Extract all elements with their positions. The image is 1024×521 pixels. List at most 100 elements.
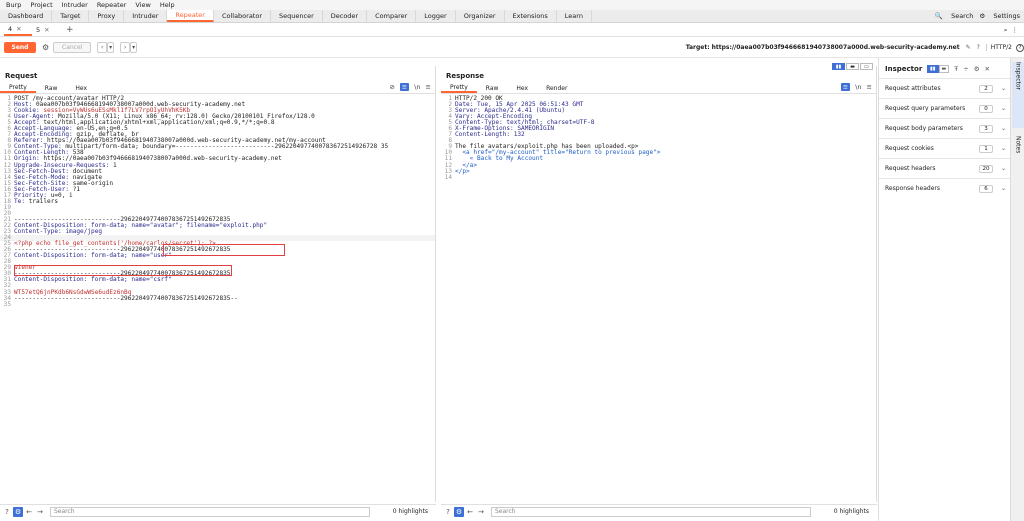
send-button[interactable]: Send xyxy=(4,42,36,53)
http-version[interactable]: HTTP/2 xyxy=(985,44,1012,51)
help-circle-icon[interactable]: ? xyxy=(1016,43,1024,52)
tab-comparer[interactable]: Comparer xyxy=(367,10,417,22)
edit-icon[interactable]: ✎ xyxy=(966,44,971,51)
hide-icon[interactable]: ⊘ xyxy=(389,83,394,91)
gear-icon[interactable]: ⚙ xyxy=(42,43,49,52)
tab-logger[interactable]: Logger xyxy=(416,10,456,22)
php-payload-highlight-box xyxy=(14,265,232,276)
inspector-row-label: Request cookies xyxy=(885,145,934,152)
menu-icon[interactable]: ≡ xyxy=(867,83,872,91)
request-tab-pretty[interactable]: Pretty xyxy=(0,83,36,93)
inspector-row-response-headers[interactable]: Response headers 6 ⌄ xyxy=(879,178,1011,198)
request-search-input[interactable]: Search xyxy=(50,506,370,517)
repeater-tab-label: 5 xyxy=(36,26,41,34)
target-label: Target: xyxy=(685,44,710,51)
repeater-tab-5[interactable]: 5 ✕ xyxy=(32,24,60,36)
divide-icon[interactable]: ÷ xyxy=(963,65,968,73)
menu-item-help[interactable]: Help xyxy=(160,1,175,9)
tab-dashboard[interactable]: Dashboard xyxy=(0,10,53,22)
tab-decoder[interactable]: Decoder xyxy=(323,10,368,22)
wrap-icon[interactable]: \n xyxy=(855,83,861,91)
pretty-print-icon[interactable]: ≡ xyxy=(840,83,851,91)
inspector-row-label: Request headers xyxy=(885,165,936,172)
inspector-row-label: Request attributes xyxy=(885,85,941,92)
line-number: 14 xyxy=(444,173,452,181)
inspector-layout-toggle[interactable]: ▮▮ ▬ xyxy=(927,65,950,73)
tab-extensions[interactable]: Extensions xyxy=(505,10,557,22)
inspector-row-request-body-parameters[interactable]: Request body parameters 3 ⌄ xyxy=(879,118,1011,138)
add-tab-button[interactable]: + xyxy=(60,24,80,36)
wrap-icon[interactable]: \n xyxy=(414,83,420,91)
tab-proxy[interactable]: Proxy xyxy=(89,10,125,22)
menu-item-project[interactable]: Project xyxy=(30,1,52,9)
line-text: -----------------------------29622049774… xyxy=(14,294,238,302)
response-search-input[interactable]: Search xyxy=(491,506,811,517)
help-icon[interactable]: ? xyxy=(977,44,980,51)
header-value: multipart/form-data; boundary=----------… xyxy=(61,143,389,151)
line-text: Content-Length: 132 xyxy=(455,131,525,139)
repeater-tab-label: 4 xyxy=(8,25,13,33)
back-button[interactable]: ‹ xyxy=(97,42,108,53)
header-name: Te: xyxy=(14,197,26,205)
response-tab-pretty[interactable]: Pretty xyxy=(441,83,477,93)
request-tabs: Pretty Raw Hex xyxy=(0,83,435,94)
inspector-row-request-query-parameters[interactable]: Request query parameters 0 ⌄ xyxy=(879,98,1011,118)
response-editor[interactable]: 1 HTTP/2 200 OK 2 Date: Tue, 15 Apr 2025 06… xyxy=(441,95,876,181)
gear-icon[interactable]: ⚙ xyxy=(974,65,980,73)
repeater-tab-4[interactable]: 4 ✕ xyxy=(4,24,32,36)
inspector-row-request-headers[interactable]: Request headers 20 ⌄ xyxy=(879,158,1011,178)
sidebar-tab-inspector[interactable]: Inspector xyxy=(1012,62,1024,128)
inspector-row-count: 6 xyxy=(979,184,993,193)
text-size-icon[interactable]: Ŧ xyxy=(954,65,958,73)
code-line: 35 xyxy=(0,301,435,308)
next-icon[interactable]: → xyxy=(476,507,486,517)
forward-dropdown-icon[interactable]: ▾ xyxy=(130,42,138,53)
more-icon[interactable]: ⋮ xyxy=(1012,26,1019,34)
tab-intruder[interactable]: Intruder xyxy=(124,10,168,22)
inspector-row-count: 0 xyxy=(979,104,993,113)
close-icon[interactable]: ✕ xyxy=(16,25,21,33)
line-text xyxy=(454,175,455,181)
help-icon[interactable]: ? xyxy=(443,507,453,517)
back-dropdown-icon[interactable]: ▾ xyxy=(107,42,115,53)
response-tabs: Pretty Raw Hex Render xyxy=(441,83,876,94)
help-icon[interactable]: ? xyxy=(2,507,12,517)
menu-item-intruder[interactable]: Intruder xyxy=(62,1,88,9)
menu-item-repeater[interactable]: Repeater xyxy=(97,1,127,9)
settings-icon[interactable]: ⚙ xyxy=(454,506,464,517)
previous-icon[interactable]: ← xyxy=(465,507,475,517)
tab-sequencer[interactable]: Sequencer xyxy=(271,10,323,22)
sidebar-tab-notes[interactable]: Notes xyxy=(1012,136,1024,186)
menu-item-burp[interactable]: Burp xyxy=(6,1,21,9)
tab-repeater[interactable]: Repeater xyxy=(167,10,214,22)
search-button[interactable]: 🔍 Search xyxy=(935,12,974,20)
next-icon[interactable]: → xyxy=(35,507,45,517)
forward-button[interactable]: › xyxy=(120,42,131,53)
request-tab-hex[interactable]: Hex xyxy=(66,83,96,93)
tab-collaborator[interactable]: Collaborator xyxy=(214,10,272,22)
previous-icon[interactable]: ← xyxy=(24,507,34,517)
inspector-row-count: 20 xyxy=(979,164,993,173)
pretty-print-icon[interactable]: ≡ xyxy=(399,83,410,91)
search-icon[interactable]: ⌕ xyxy=(1004,26,1008,35)
tab-organizer[interactable]: Organizer xyxy=(456,10,505,22)
inspector-row-label: Request body parameters xyxy=(885,125,963,132)
close-icon[interactable]: ✕ xyxy=(44,26,49,34)
request-view-icons: ⊘ ≡ \n ≡ xyxy=(389,83,431,91)
response-tab-render[interactable]: Render xyxy=(537,83,576,93)
request-tab-raw[interactable]: Raw xyxy=(36,83,67,93)
menu-icon[interactable]: ≡ xyxy=(426,83,431,91)
filename-highlight-box xyxy=(163,244,285,256)
tab-learn[interactable]: Learn xyxy=(557,10,592,22)
inspector-row-request-cookies[interactable]: Request cookies 1 ⌄ xyxy=(879,138,1011,158)
tab-target[interactable]: Target xyxy=(52,10,90,22)
menu-item-view[interactable]: View xyxy=(135,1,150,9)
response-tab-hex[interactable]: Hex xyxy=(507,83,537,93)
inspector-title: Inspector xyxy=(885,65,923,73)
settings-icon[interactable]: ⚙ xyxy=(13,506,23,517)
inspector-row-request-attributes[interactable]: Request attributes 2 ⌄ xyxy=(879,78,1011,98)
settings-button[interactable]: ⚙ Settings xyxy=(979,12,1020,20)
cancel-button[interactable]: Cancel xyxy=(53,42,92,53)
close-icon[interactable]: ✕ xyxy=(985,65,990,73)
response-tab-raw[interactable]: Raw xyxy=(477,83,508,93)
